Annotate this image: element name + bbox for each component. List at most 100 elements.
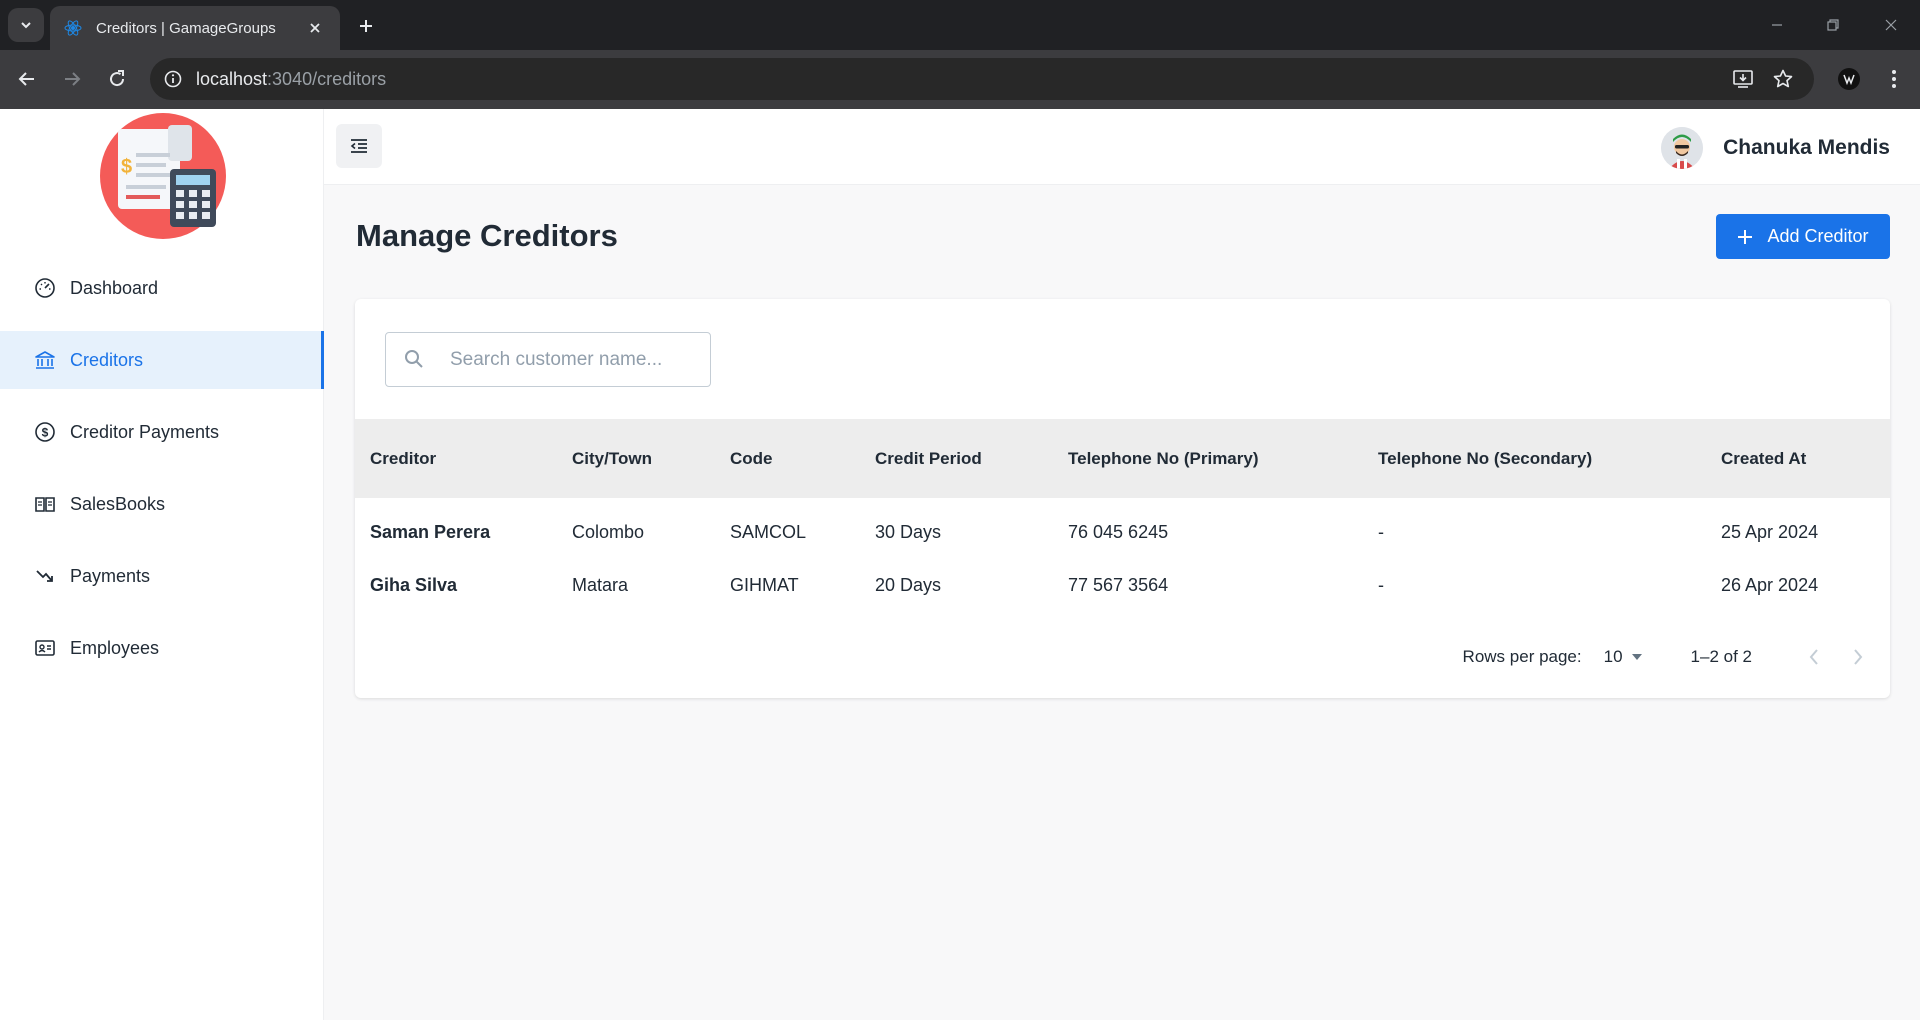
cell-created-at: 25 Apr 2024 [1721,521,1819,542]
tab-close-button[interactable] [304,17,326,39]
sidebar-item-label: Creditor Payments [70,421,220,442]
plus-icon [360,20,372,32]
app-header: Chanuka Mendis [324,109,1920,185]
site-info-button[interactable] [162,68,184,90]
sidebar-item-label: Dashboard [70,277,159,298]
minimize-window-button[interactable] [1762,10,1792,40]
avatar[interactable] [1661,127,1704,169]
rows-per-page-select[interactable]: 10 [1604,647,1643,667]
sidebar-item-salesbooks[interactable]: SalesBooks [0,475,324,533]
minimize-icon [1772,24,1782,26]
browser-tab[interactable]: Creditors | GamageGroups [50,6,340,50]
cell-creditor: Saman Perera [370,521,491,542]
sidebar-item-label: SalesBooks [70,493,166,514]
browser-tabbar: Creditors | GamageGroups [0,0,1920,50]
browser-toolbar: localhost:3040/creditors [0,50,1920,109]
trending-down-icon [34,565,56,587]
column-header-city: City/Town [572,448,652,468]
search-input[interactable] [450,348,700,371]
app-logo: $ [100,113,226,239]
sidebar-item-label: Creditors [70,349,144,370]
page-title: Manage Creditors [356,218,618,253]
bookmark-button[interactable] [1768,64,1798,94]
sidebar-nav: Dashboard Creditors $ Creditor Payments … [0,259,324,691]
cell-credit-period: 20 Days [875,574,942,595]
sidebar-item-label: Payments [70,565,151,586]
sidebar-item-label: Employees [70,637,160,658]
sidebar-item-payments[interactable]: Payments [0,547,324,605]
info-icon [164,70,182,88]
column-header-creditor: Creditor [370,448,437,468]
user-menu[interactable]: Chanuka Mendis [1661,127,1890,169]
new-tab-button[interactable] [352,12,380,40]
caret-down-icon [1631,653,1643,661]
table-header: Creditor City/Town Code Credit Period Te… [355,419,1890,498]
reload-button[interactable] [102,64,132,94]
book-icon [34,493,56,515]
svg-text:$: $ [42,426,49,440]
chevron-right-icon [1854,649,1863,665]
install-app-button[interactable] [1728,64,1758,94]
extension-button[interactable] [1834,64,1864,94]
bank-icon [34,349,56,371]
creditors-table: Creditor City/Town Code Credit Period Te… [355,419,1890,614]
tab-search-button[interactable] [8,8,44,42]
extension-icon [1838,68,1860,90]
cell-city: Colombo [572,521,645,542]
menu-collapse-icon [350,139,367,153]
arrow-left-icon [18,72,34,86]
sidebar-toggle-button[interactable] [336,124,382,168]
url-path: :3040/creditors [267,68,387,89]
cell-creditor: Giha Silva [370,574,458,595]
more-vertical-icon [1892,70,1896,88]
table-row[interactable]: Saman Perera Colombo SAMCOL 30 Days 76 0… [355,498,1890,556]
search-box[interactable] [385,332,711,387]
cell-telephone-secondary: - [1378,521,1384,542]
star-icon [1773,69,1793,88]
svg-text:$: $ [121,156,132,178]
cell-city: Matara [572,574,629,595]
column-header-telephone-secondary: Telephone No (Secondary) [1378,448,1593,468]
url-host: localhost [196,68,268,89]
cell-telephone-primary: 77 567 3564 [1068,574,1169,595]
install-icon [1733,70,1753,88]
rows-per-page-value: 10 [1603,647,1623,666]
dashboard-gauge-icon [34,277,56,299]
address-bar[interactable]: localhost:3040/creditors [150,58,1814,100]
table-row[interactable]: Giha Silva Matara GIHMAT 20 Days 77 567 … [355,556,1890,614]
pagination-range: 1–2 of 2 [1690,647,1752,666]
add-creditor-button[interactable]: Add Creditor [1716,214,1890,259]
sidebar-item-employees[interactable]: Employees [0,619,324,677]
sidebar-item-dashboard[interactable]: Dashboard [0,259,324,317]
creditors-card: Creditor City/Town Code Credit Period Te… [355,299,1890,698]
plus-icon [1737,229,1753,245]
column-header-telephone-primary: Telephone No (Primary) [1068,448,1259,468]
cell-code: SAMCOL [730,521,807,542]
close-icon [1885,19,1897,31]
search-icon [404,349,426,371]
cell-telephone-primary: 76 045 6245 [1068,521,1169,542]
restore-window-button[interactable] [1818,10,1848,40]
close-window-button[interactable] [1876,10,1906,40]
browser-menu-button[interactable] [1879,64,1909,94]
back-button[interactable] [12,64,42,94]
previous-page-button[interactable] [1800,643,1828,671]
add-creditor-label: Add Creditor [1767,226,1869,246]
forward-button[interactable] [57,64,87,94]
sidebar-item-creditor-payments[interactable]: $ Creditor Payments [0,403,324,461]
id-card-icon [34,637,56,659]
table-pagination: Rows per page: 10 1–2 of 2 [355,637,1890,677]
chevron-down-icon [21,22,31,29]
url-text: localhost:3040/creditors [196,69,386,90]
rows-per-page-label: Rows per page: [1462,647,1582,666]
next-page-button[interactable] [1844,643,1872,671]
close-icon [310,23,320,33]
restore-icon [1827,19,1839,31]
chevron-left-icon [1809,649,1818,665]
cell-created-at: 26 Apr 2024 [1721,574,1819,595]
sidebar: $ Dashboard Creditors $ Creditor Payment… [0,109,324,1020]
column-header-created-at: Created At [1721,448,1807,468]
column-header-credit-period: Credit Period [875,448,982,468]
cell-telephone-secondary: - [1378,574,1384,595]
sidebar-item-creditors[interactable]: Creditors [0,331,324,389]
